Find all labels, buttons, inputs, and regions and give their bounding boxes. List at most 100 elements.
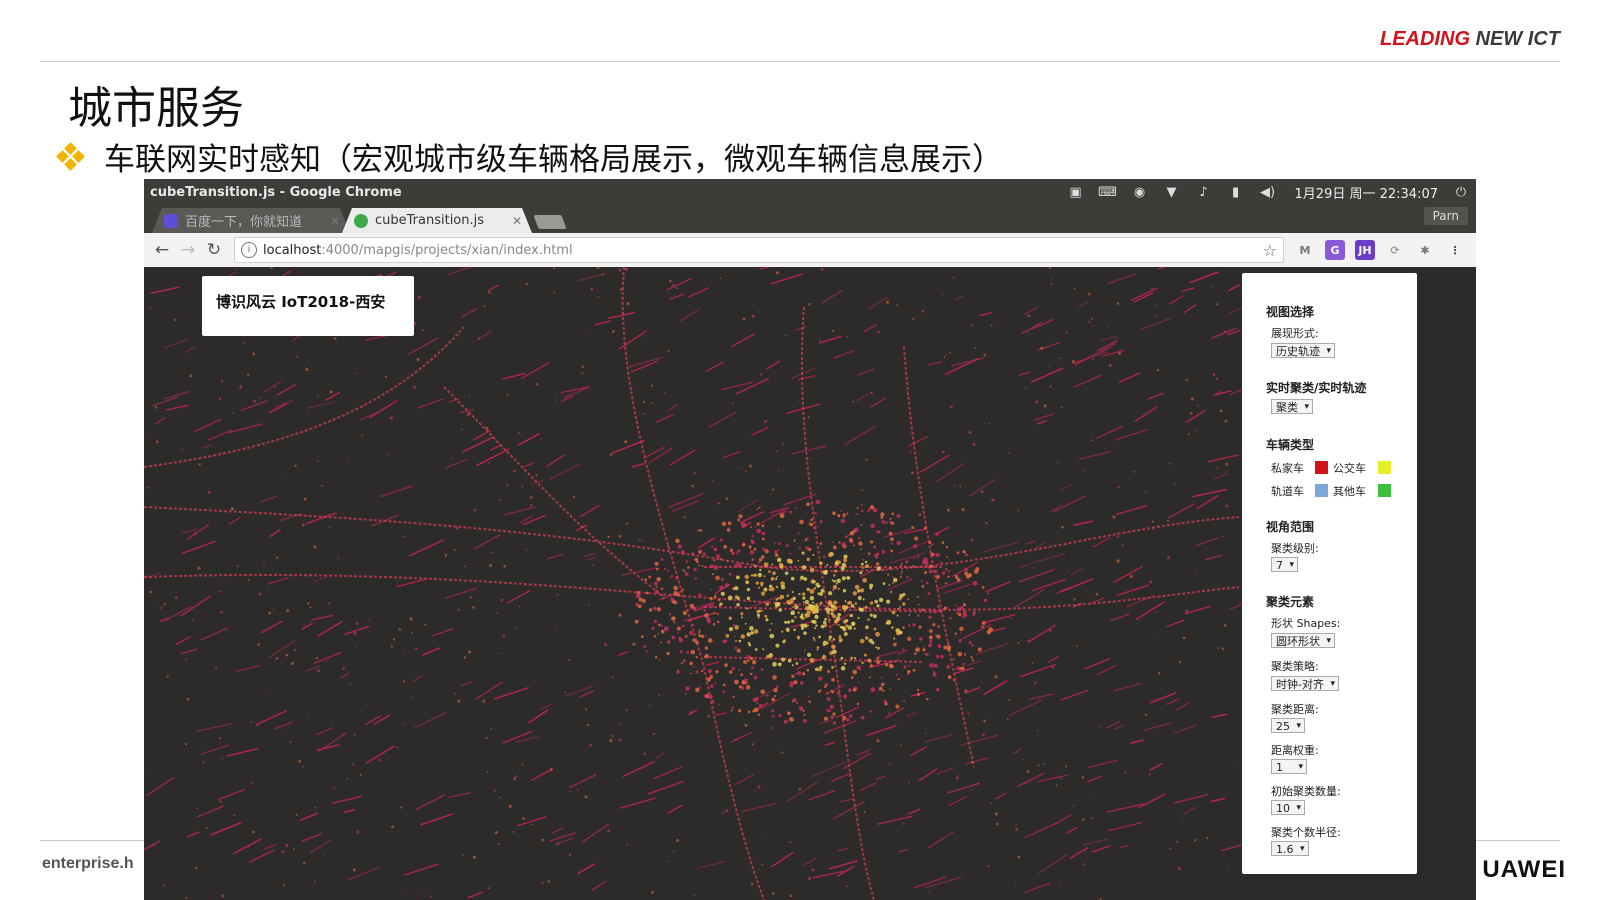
vehicle-dot <box>772 571 776 576</box>
vehicle-dot <box>715 575 720 581</box>
reload-icon[interactable]: ↻ <box>202 238 226 262</box>
traffic-streak <box>1113 566 1143 584</box>
vehicle-dot <box>970 789 973 791</box>
tab-strip: 百度一下，你就知道 ✕ cubeTransition.js ✕ Parn <box>144 205 1476 233</box>
vehicle-dot <box>704 653 709 659</box>
brand-logo-text: LEADING NEW ICT <box>1380 28 1560 51</box>
vehicle-dot <box>773 688 778 693</box>
vehicle-dot <box>908 624 911 627</box>
wifi-icon[interactable]: ▼ <box>1163 185 1181 200</box>
cluster-mode-select[interactable]: 聚类 <box>1271 399 1313 415</box>
traffic-streak <box>631 462 646 468</box>
other-swatch[interactable] <box>1378 484 1391 497</box>
vehicle-dot <box>1195 429 1198 432</box>
vehicle-dot <box>926 653 929 656</box>
vehicle-dot <box>1167 556 1171 560</box>
vehicle-dot <box>414 647 418 651</box>
traffic-streak <box>795 325 807 332</box>
bookmark-star-icon[interactable]: ☆ <box>1263 241 1277 260</box>
jh-icon[interactable]: JH <box>1355 240 1375 260</box>
radius-select[interactable]: 1.6 <box>1271 841 1309 857</box>
traffic-streak <box>591 880 607 892</box>
vehicle-dot <box>346 777 348 780</box>
info-icon[interactable]: i <box>241 242 257 258</box>
vehicle-dot <box>877 689 879 691</box>
forward-arrow-icon[interactable]: → <box>176 238 200 262</box>
vehicle-dot <box>921 584 925 588</box>
vehicle-dot <box>220 379 224 383</box>
vehicle-dot <box>698 593 702 598</box>
vehicle-dot <box>843 554 848 559</box>
vehicle-dot <box>880 676 883 679</box>
vehicle-dot <box>899 744 902 747</box>
settings-extension-icon[interactable]: ✱ <box>1415 240 1435 260</box>
vehicle-dot <box>410 697 413 699</box>
cluster-level-select[interactable]: 7 <box>1271 557 1298 573</box>
volume-icon[interactable]: ◀) <box>1259 185 1277 200</box>
vehicle-dot <box>505 484 509 487</box>
vehicle-dot <box>799 519 804 525</box>
display-mode-select[interactable]: 历史轨迹 <box>1271 343 1335 359</box>
tab-baidu[interactable]: 百度一下，你就知道 ✕ <box>152 208 350 233</box>
traffic-streak <box>461 307 478 319</box>
vehicle-dot <box>806 668 810 672</box>
rail-swatch[interactable] <box>1315 484 1328 497</box>
clock[interactable]: 1月29日 周一 22:34:07 <box>1295 183 1438 202</box>
vehicle-dot <box>803 714 806 716</box>
close-icon[interactable]: ✕ <box>512 214 522 228</box>
vehicle-map[interactable]: 博识风云 IoT2018-西安 视图选择 展现形式: 历史轨迹 实时聚类/实时轨… <box>144 267 1476 900</box>
vehicle-dot <box>858 541 863 546</box>
vehicle-dot <box>981 625 985 629</box>
gmail-icon[interactable]: M <box>1295 240 1315 260</box>
battery-icon[interactable]: ▮ <box>1227 185 1245 200</box>
menu-dots-icon[interactable]: ⋮ <box>1445 240 1465 260</box>
vehicle-dot <box>867 618 870 621</box>
vehicle-dot <box>742 543 746 547</box>
new-tab-button[interactable] <box>533 215 567 229</box>
vehicle-dot <box>738 514 743 519</box>
traffic-streak <box>309 839 332 854</box>
vehicle-dot <box>416 357 420 362</box>
vehicle-dot <box>1215 303 1218 306</box>
vehicle-dot <box>298 759 302 763</box>
vehicle-dot <box>791 591 794 593</box>
address-bar[interactable]: i localhost:4000/mapgis/projects/xian/in… <box>234 237 1284 263</box>
vehicle-dot <box>1050 282 1053 285</box>
vehicle-dot <box>772 661 777 667</box>
power-icon[interactable]: ⏻ <box>1452 185 1470 200</box>
vehicle-dot <box>316 669 321 673</box>
bus-swatch[interactable] <box>1378 461 1391 474</box>
vehicle-dot <box>888 583 891 586</box>
vehicle-dot <box>729 548 732 551</box>
back-arrow-icon[interactable]: ← <box>150 238 174 262</box>
vehicle-dot <box>756 609 760 614</box>
vehicle-dot <box>741 616 743 619</box>
traffic-streak <box>907 808 921 815</box>
sync-icon[interactable]: ⟳ <box>1385 240 1405 260</box>
private-car-swatch[interactable] <box>1315 461 1328 474</box>
initial-count-label: 初始聚类数量: <box>1271 785 1341 798</box>
translate-icon[interactable]: G <box>1325 240 1345 260</box>
vehicle-dot <box>891 610 896 615</box>
bell-icon[interactable]: ♪ <box>1195 185 1213 200</box>
vehicle-dot <box>327 602 331 605</box>
vehicle-dot <box>500 652 502 654</box>
vehicle-dot <box>1007 699 1010 701</box>
distance-select[interactable]: 25 <box>1271 718 1305 734</box>
vehicle-dot <box>643 412 646 415</box>
vehicle-dot <box>841 625 846 630</box>
vehicle-dot <box>778 562 784 568</box>
strategy-select[interactable]: 时钟-对齐 <box>1271 676 1339 692</box>
close-icon[interactable]: ✕ <box>330 214 340 228</box>
shape-select[interactable]: 圆环形状 <box>1271 633 1335 649</box>
traffic-streak <box>447 267 473 276</box>
weight-select[interactable]: 1 <box>1271 759 1307 775</box>
profile-button[interactable]: Parn <box>1423 207 1468 225</box>
screen-icon[interactable]: ▣ <box>1067 185 1085 200</box>
vehicle-dot <box>648 575 652 579</box>
keyboard-icon[interactable]: ⌨ <box>1098 185 1117 200</box>
url-text[interactable]: localhost:4000/mapgis/projects/xian/inde… <box>263 243 1263 258</box>
camera-icon[interactable]: ◉ <box>1131 185 1149 200</box>
initial-count-select[interactable]: 10 <box>1271 800 1305 816</box>
tab-cubetransition[interactable]: cubeTransition.js ✕ <box>342 208 532 233</box>
